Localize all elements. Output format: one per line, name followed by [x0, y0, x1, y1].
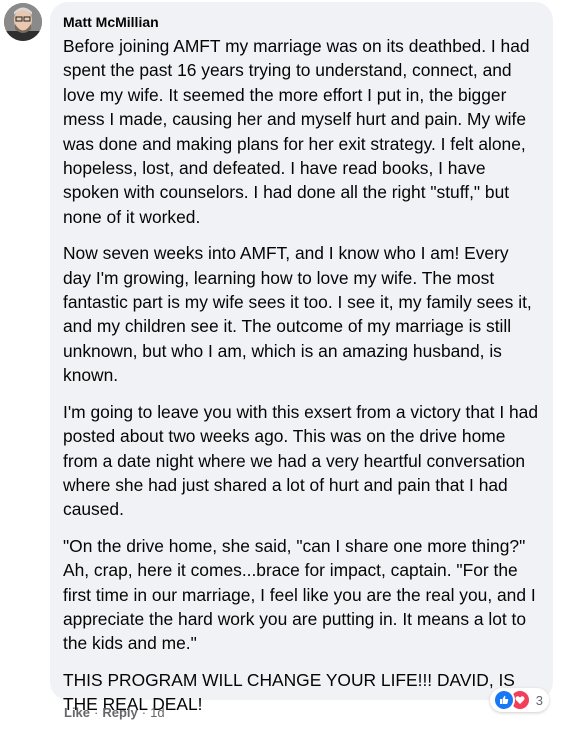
author-name[interactable]: Matt McMillian — [63, 14, 541, 30]
comment-paragraph: Before joining AMFT my marriage was on i… — [63, 36, 530, 227]
comment-paragraph: Now seven weeks into AMFT, and I know wh… — [63, 243, 532, 386]
comment-bubble: Matt McMillian Before joining AMFT my ma… — [50, 2, 553, 714]
like-icon — [492, 689, 515, 711]
separator-dot: · — [94, 705, 99, 720]
comment-paragraph: "On the drive home, she said, "can I sha… — [63, 535, 536, 654]
avatar-image — [4, 3, 42, 41]
reply-button[interactable]: Reply — [102, 705, 137, 721]
avatar[interactable] — [4, 3, 42, 41]
like-button[interactable]: Like — [64, 705, 90, 721]
comment-paragraph: I'm going to leave you with this exsert … — [63, 401, 539, 520]
reaction-count: 3 — [535, 692, 543, 708]
reactions-summary[interactable]: 3 — [489, 688, 549, 712]
separator-dot: · — [141, 705, 147, 720]
comment-actions: Like · Reply · 1d — [64, 705, 165, 721]
comment-timestamp[interactable]: 1d — [150, 705, 164, 721]
